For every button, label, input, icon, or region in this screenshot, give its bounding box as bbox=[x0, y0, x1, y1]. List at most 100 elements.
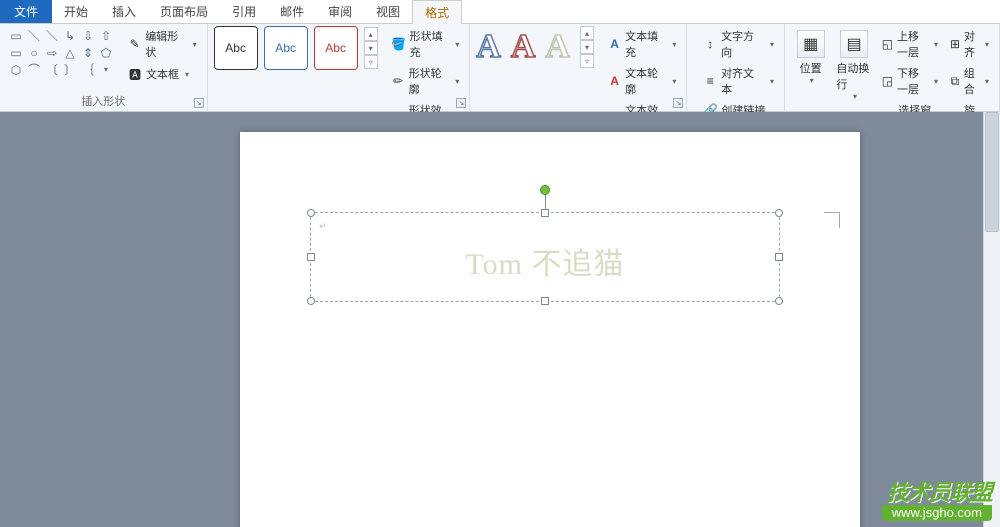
shapes-gallery[interactable]: ▭ ＼ ＼ ↳ ⇩ ⇧ ▭ ○ ⇨ △ ⇕ ⬠ ⬡ ⌒ 〔 〕 ｛ bbox=[6, 26, 116, 79]
group-arrange: ▦ 位置 ▾ ▤ 自动换行 ▾ ◱上移一层▾ ◲下移一层▾ ☰选择窗格 ⊞对齐▾… bbox=[785, 24, 1000, 111]
group-wordart-styles: A A A ▴ ▾ ▿ A文本填充▾ A文本轮廓▾ A文本效果▾ 艺术字样式 ↘ bbox=[470, 24, 687, 111]
dialog-launcher-icon[interactable]: ↘ bbox=[673, 98, 683, 108]
align-text-icon: ≡ bbox=[703, 74, 717, 88]
shape-style-3[interactable]: Abc bbox=[314, 26, 358, 70]
wordart-style-1[interactable]: A bbox=[476, 28, 501, 66]
margin-corner-icon bbox=[824, 212, 840, 228]
chevron-down-icon: ▾ bbox=[985, 77, 989, 86]
group-insert-shapes: ▭ ＼ ＼ ↳ ⇩ ⇧ ▭ ○ ⇨ △ ⇕ ⬠ ⬡ ⌒ 〔 〕 ｛ bbox=[0, 24, 208, 111]
shape-lbracket-icon[interactable]: 〔 bbox=[44, 62, 60, 77]
chevron-down-icon: ▾ bbox=[672, 77, 676, 86]
dialog-launcher-icon[interactable]: ↘ bbox=[456, 98, 466, 108]
watermark: 技术员联盟 www.jsgho.com bbox=[882, 481, 992, 521]
gallery-up-icon[interactable]: ▴ bbox=[364, 27, 378, 41]
shape-line2-icon[interactable]: ＼ bbox=[44, 28, 60, 43]
group-shape-styles: Abc Abc Abc ▴ ▾ ▿ 🪣形状填充▾ ✏形状轮廓▾ ◎形状效果▾ 形… bbox=[208, 24, 471, 111]
tab-insert[interactable]: 插入 bbox=[100, 0, 148, 23]
chevron-down-icon: ▾ bbox=[672, 40, 676, 49]
align-text-button[interactable]: ≡对齐文本▾ bbox=[699, 63, 778, 99]
edit-shape-button[interactable]: ✎ 编辑形状 ▾ bbox=[124, 26, 201, 62]
gallery-up-icon[interactable]: ▴ bbox=[580, 26, 594, 40]
rotate-handle[interactable] bbox=[540, 185, 550, 195]
text-box-icon: 🅰 bbox=[128, 67, 142, 81]
shape-hex-icon[interactable]: ⬡ bbox=[8, 62, 24, 77]
align-icon: ⊞ bbox=[950, 37, 960, 51]
text-outline-icon: A bbox=[608, 74, 621, 88]
gallery-more-icon[interactable]: ▿ bbox=[364, 55, 378, 69]
text-fill-button[interactable]: A文本填充▾ bbox=[604, 26, 680, 62]
text-fill-icon: A bbox=[608, 37, 621, 51]
shape-arrow-up-icon[interactable]: ⇧ bbox=[98, 28, 114, 43]
wrap-text-button[interactable]: ▤ 自动换行 ▾ bbox=[834, 26, 873, 105]
chevron-down-icon: ▾ bbox=[934, 77, 938, 86]
gallery-down-icon[interactable]: ▾ bbox=[580, 40, 594, 54]
chevron-down-icon: ▾ bbox=[770, 40, 774, 49]
shape-arrow-right-icon[interactable]: ⇨ bbox=[44, 45, 60, 60]
shape-style-1[interactable]: Abc bbox=[214, 26, 258, 70]
chevron-down-icon: ▾ bbox=[934, 40, 938, 49]
resize-handle-t[interactable] bbox=[541, 209, 549, 217]
text-outline-button[interactable]: A文本轮廓▾ bbox=[604, 63, 680, 99]
page-canvas[interactable]: ↵ Tom 不追猫 bbox=[240, 132, 860, 527]
wordart-style-3[interactable]: A bbox=[545, 28, 570, 66]
bring-forward-button[interactable]: ◱上移一层▾ bbox=[878, 26, 942, 62]
tab-mailings[interactable]: 邮件 bbox=[268, 0, 316, 23]
text-direction-button[interactable]: ↕文字方向▾ bbox=[699, 26, 778, 62]
shape-oval-icon[interactable]: ○ bbox=[26, 45, 42, 60]
tab-references[interactable]: 引用 bbox=[220, 0, 268, 23]
shape-rect-icon[interactable]: ▭ bbox=[8, 45, 24, 60]
shape-line-icon[interactable]: ＼ bbox=[26, 28, 42, 43]
shape-triangle-icon[interactable]: △ bbox=[62, 45, 78, 60]
file-tab[interactable]: 文件 bbox=[0, 0, 52, 23]
wordart-text[interactable]: Tom 不追猫 bbox=[311, 239, 779, 283]
resize-handle-bl[interactable] bbox=[307, 297, 315, 305]
shape-lbrace-icon[interactable]: ｛ bbox=[80, 62, 96, 77]
resize-handle-tl[interactable] bbox=[307, 209, 315, 217]
chevron-down-icon: ▾ bbox=[193, 40, 197, 49]
chevron-down-icon: ▾ bbox=[770, 77, 774, 86]
shape-style-2[interactable]: Abc bbox=[264, 26, 308, 70]
group-button[interactable]: ⧉组合▾ bbox=[946, 63, 993, 99]
position-button[interactable]: ▦ 位置 ▾ bbox=[791, 26, 830, 89]
send-backward-icon: ◲ bbox=[882, 74, 893, 88]
shape-callout-icon[interactable]: ⬠ bbox=[98, 45, 114, 60]
resize-handle-br[interactable] bbox=[775, 297, 783, 305]
gallery-more-icon[interactable]: ▿ bbox=[580, 54, 594, 68]
tab-view[interactable]: 视图 bbox=[364, 0, 412, 23]
vertical-scrollbar[interactable] bbox=[983, 112, 1000, 527]
shape-rbracket-icon[interactable]: 〕 bbox=[62, 62, 78, 77]
shape-text-box-icon[interactable]: ▭ bbox=[8, 28, 24, 43]
send-backward-button[interactable]: ◲下移一层▾ bbox=[878, 63, 942, 99]
ribbon-tabs: 文件 开始 插入 页面布局 引用 邮件 审阅 视图 格式 bbox=[0, 0, 1000, 24]
chevron-down-icon: ▾ bbox=[985, 40, 989, 49]
tab-home[interactable]: 开始 bbox=[52, 0, 100, 23]
shape-outline-button[interactable]: ✏形状轮廓▾ bbox=[388, 63, 464, 99]
wordart-style-2[interactable]: A bbox=[511, 28, 536, 66]
shape-connector-icon[interactable]: ↳ bbox=[62, 28, 78, 43]
scrollbar-thumb[interactable] bbox=[985, 112, 999, 232]
tab-review[interactable]: 审阅 bbox=[316, 0, 364, 23]
tab-page-layout[interactable]: 页面布局 bbox=[148, 0, 220, 23]
shape-curve-icon[interactable]: ⌒ bbox=[26, 62, 42, 77]
tab-format[interactable]: 格式 bbox=[412, 0, 462, 24]
shape-arrow-updown-icon[interactable]: ⇕ bbox=[80, 45, 96, 60]
shape-more-icon[interactable]: ▾ bbox=[98, 62, 114, 77]
bring-forward-icon: ◱ bbox=[882, 37, 893, 51]
pen-outline-icon: ✏ bbox=[392, 74, 405, 88]
align-button[interactable]: ⊞对齐▾ bbox=[946, 26, 993, 62]
wrap-text-icon: ▤ bbox=[840, 30, 868, 58]
wordart-selection-box[interactable]: ↵ Tom 不追猫 bbox=[310, 212, 780, 302]
position-icon: ▦ bbox=[797, 30, 825, 58]
paragraph-mark-icon: ↵ bbox=[319, 221, 327, 232]
shape-fill-button[interactable]: 🪣形状填充▾ bbox=[388, 26, 464, 62]
text-box-button[interactable]: 🅰 文本框 ▾ bbox=[124, 64, 201, 84]
edit-shape-icon: ✎ bbox=[128, 37, 141, 51]
resize-handle-tr[interactable] bbox=[775, 209, 783, 217]
chevron-down-icon: ▾ bbox=[455, 40, 459, 49]
dialog-launcher-icon[interactable]: ↘ bbox=[194, 98, 204, 108]
document-workspace: ↵ Tom 不追猫 bbox=[0, 112, 1000, 527]
resize-handle-b[interactable] bbox=[541, 297, 549, 305]
paint-bucket-icon: 🪣 bbox=[392, 37, 406, 51]
shape-arrow-down-icon[interactable]: ⇩ bbox=[80, 28, 96, 43]
gallery-down-icon[interactable]: ▾ bbox=[364, 41, 378, 55]
